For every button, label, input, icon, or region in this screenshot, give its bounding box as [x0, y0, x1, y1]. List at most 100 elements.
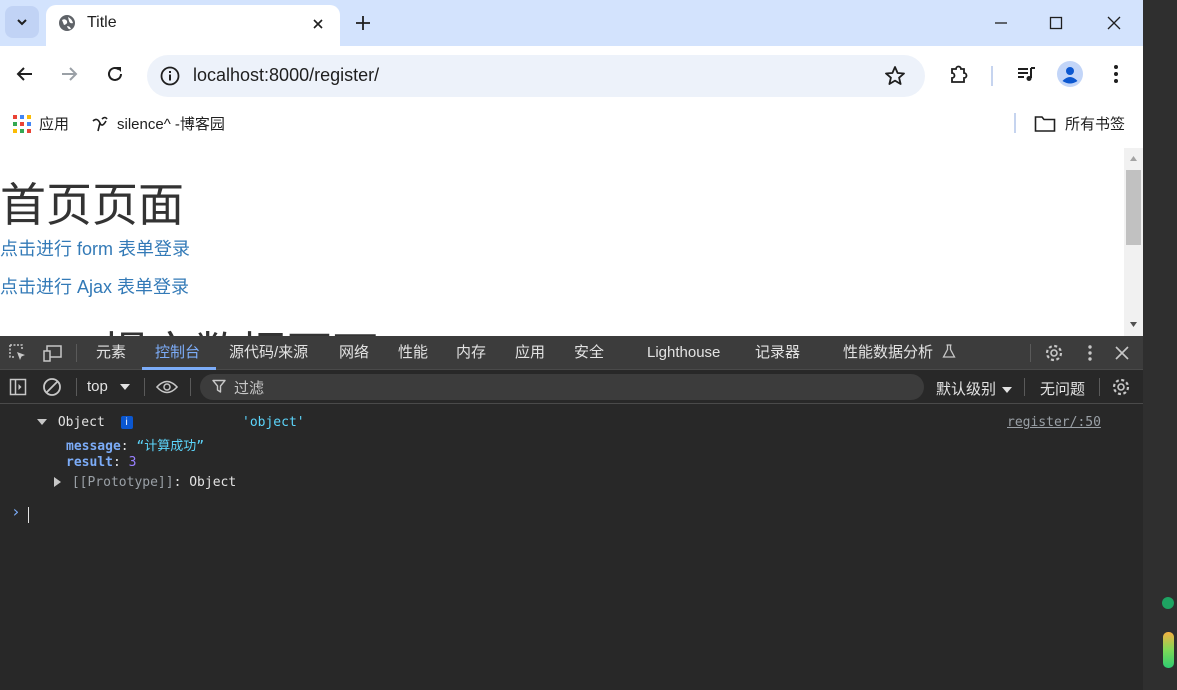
- cnblogs-icon: [92, 116, 108, 131]
- expand-triangle-icon[interactable]: [53, 477, 62, 487]
- globe-icon: [59, 15, 75, 31]
- tab-sources[interactable]: 源代码/来源: [229, 336, 308, 370]
- clear-console-button[interactable]: [41, 377, 63, 397]
- devtools-close-button[interactable]: [1111, 343, 1133, 363]
- devtools-settings-button[interactable]: [1043, 343, 1065, 363]
- property-message: message: “计算成功”: [66, 439, 205, 454]
- bookmarks-bar: 应用 silence^ -博客园 所有书签: [0, 102, 1143, 144]
- gear-icon: [1045, 344, 1063, 362]
- bookmarks-divider: [1014, 113, 1016, 133]
- app-indicator-icon: [1163, 632, 1174, 668]
- inspect-icon: [9, 344, 25, 360]
- tab-recorder[interactable]: 记录器: [755, 336, 800, 370]
- back-button[interactable]: [10, 59, 40, 89]
- console-sidebar-button[interactable]: [7, 377, 29, 397]
- bookmark-all-label: 所有书签: [1065, 116, 1126, 133]
- back-icon: [16, 67, 32, 81]
- device-toolbar-button[interactable]: [42, 343, 64, 363]
- close-icon: [1107, 16, 1121, 30]
- console-object-row[interactable]: Object i: [37, 415, 133, 430]
- toolbar: localhost:8000/register/: [0, 46, 1143, 102]
- source-link[interactable]: register/:50: [1007, 415, 1101, 430]
- tab-strip: Title: [0, 0, 1143, 46]
- forward-button[interactable]: [54, 59, 84, 89]
- tab-memory[interactable]: 内存: [456, 336, 486, 370]
- console-input-caret[interactable]: [28, 507, 29, 523]
- reload-button[interactable]: [100, 59, 130, 89]
- inspect-element-button[interactable]: [7, 343, 29, 363]
- tab-performance-insights[interactable]: 性能数据分析: [843, 336, 956, 370]
- media-icon: [1018, 67, 1035, 81]
- minimize-button[interactable]: [986, 10, 1016, 36]
- chevron-down-icon: [120, 384, 131, 390]
- page-heading-ajax: Ajax 提交数据页面: [0, 318, 378, 336]
- active-tab[interactable]: Title: [46, 5, 340, 46]
- address-bar[interactable]: localhost:8000/register/: [147, 55, 925, 97]
- bookmark-all[interactable]: 所有书签: [1034, 113, 1125, 134]
- console-settings-button[interactable]: [1110, 377, 1132, 397]
- minimize-icon: [995, 22, 1007, 24]
- tab-title: Title: [87, 14, 117, 31]
- tab-close-button[interactable]: [308, 14, 328, 34]
- console-prompt-icon: ›: [11, 502, 21, 521]
- tab-search-button[interactable]: [5, 6, 39, 38]
- filter-input[interactable]: 过滤: [200, 374, 924, 400]
- url-text[interactable]: localhost:8000/register/: [193, 65, 379, 86]
- expand-triangle-icon[interactable]: [37, 417, 47, 427]
- devtools-more-button[interactable]: [1079, 343, 1101, 363]
- page-viewport: 首页页面 点击进行 form 表单登录 点击进行 Ajax 表单登录 Ajax …: [0, 148, 1124, 336]
- clear-icon: [43, 378, 61, 396]
- tab-console[interactable]: 控制台: [155, 336, 200, 370]
- tab-performance[interactable]: 性能: [398, 336, 428, 370]
- console-toolbar: top 过滤 默认级别 无问题: [0, 370, 1143, 404]
- tab-application[interactable]: 应用: [515, 336, 545, 370]
- devtools-tabbar: 元素 控制台 源代码/来源 网络 性能 内存 应用 安全 Lighthouse …: [0, 336, 1143, 370]
- bookmark-cnblogs[interactable]: silence^ -博客园: [91, 113, 225, 134]
- info-icon[interactable]: [159, 65, 181, 87]
- extensions-button[interactable]: [945, 60, 973, 88]
- tab-security[interactable]: 安全: [574, 336, 604, 370]
- issues-button[interactable]: 无问题: [1040, 378, 1085, 399]
- tab-lighthouse[interactable]: Lighthouse: [647, 336, 720, 370]
- property-prototype[interactable]: [[Prototype]]: Object: [53, 475, 236, 490]
- tab-performance-insights-label: 性能数据分析: [843, 344, 934, 361]
- chevron-down-icon: [1002, 387, 1013, 393]
- log-level-selector[interactable]: 默认级别: [936, 378, 1013, 399]
- tab-elements[interactable]: 元素: [96, 336, 126, 370]
- scrollbar-thumb[interactable]: [1126, 170, 1141, 245]
- toolbar-divider: [991, 66, 993, 86]
- property-message-value: “计算成功”: [136, 439, 205, 454]
- log-level-label: 默认级别: [936, 381, 997, 398]
- form-login-link[interactable]: 点击进行 form 表单登录: [0, 235, 190, 261]
- page-scrollbar[interactable]: [1124, 148, 1143, 336]
- object-label: Object: [57, 415, 105, 430]
- console-divider: [1099, 378, 1100, 396]
- maximize-button[interactable]: [1041, 10, 1071, 36]
- profile-button[interactable]: [1056, 60, 1084, 88]
- browser-window: Title localhost:8000/register/ 应用 silenc…: [0, 0, 1143, 690]
- gear-icon: [1112, 378, 1130, 396]
- ajax-login-link[interactable]: 点击进行 Ajax 表单登录: [0, 273, 189, 299]
- bookmark-apps[interactable]: 应用: [13, 113, 69, 134]
- property-message-key: message: [66, 439, 121, 454]
- context-selector[interactable]: top: [87, 378, 131, 395]
- menu-icon: [1088, 345, 1092, 361]
- media-control-button[interactable]: [1012, 60, 1040, 88]
- scroll-up-icon[interactable]: [1129, 154, 1138, 163]
- reload-icon: [108, 66, 122, 81]
- page-heading: 首页页面: [0, 179, 184, 231]
- property-result: result: 3: [66, 455, 137, 470]
- live-expression-button[interactable]: [156, 377, 178, 397]
- desktop-side-strip: [1143, 0, 1177, 690]
- star-icon[interactable]: [883, 64, 907, 88]
- chrome-menu-button[interactable]: [1102, 60, 1130, 88]
- scroll-down-icon[interactable]: [1129, 320, 1138, 329]
- close-window-button[interactable]: [1099, 10, 1129, 36]
- prototype-value: Object: [189, 475, 237, 490]
- close-icon: [1115, 346, 1129, 360]
- tab-network[interactable]: 网络: [339, 336, 369, 370]
- devtools-divider: [76, 344, 77, 362]
- new-tab-button[interactable]: [351, 11, 375, 35]
- menu-icon: [1114, 65, 1118, 83]
- info-badge-icon[interactable]: i: [120, 416, 133, 429]
